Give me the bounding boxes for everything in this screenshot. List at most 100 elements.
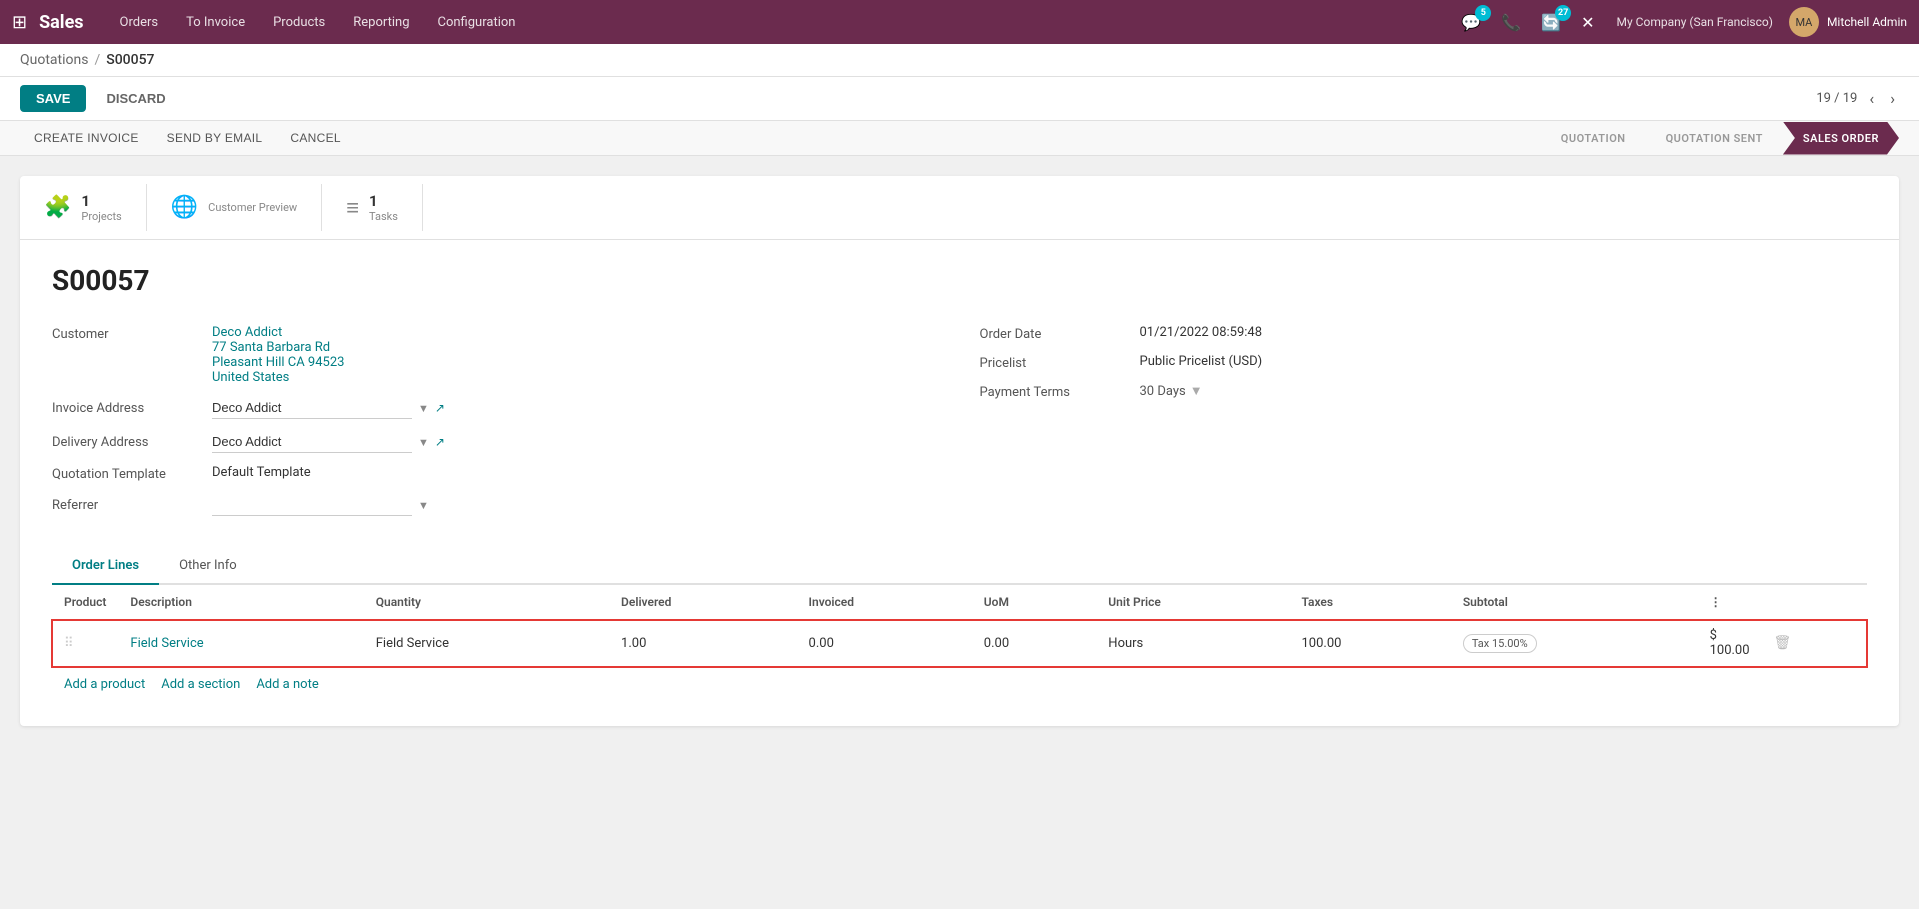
tasks-label: Tasks [369, 210, 398, 223]
delivery-address-input[interactable] [212, 431, 412, 453]
discard-button[interactable]: DISCARD [94, 85, 177, 112]
phone-icon-btn[interactable]: 📞 [1495, 9, 1527, 36]
stage-sales-order[interactable]: SALES ORDER [1783, 122, 1899, 155]
invoice-address-external-link[interactable]: ↗ [435, 401, 445, 415]
tab-order-lines[interactable]: Order Lines [52, 548, 159, 585]
pricelist-value: Public Pricelist (USD) [1140, 354, 1868, 369]
row-unit-price: 100.00 [1289, 620, 1450, 667]
action-bar: SAVE DISCARD 19 / 19 ‹ › [0, 77, 1919, 121]
referrer-dropdown-icon[interactable]: ▼ [418, 499, 429, 512]
chat-icon-btn[interactable]: 💬 5 [1455, 9, 1487, 36]
row-invoiced: 0.00 [972, 620, 1097, 667]
smart-btn-projects[interactable]: 🧩 1 Projects [20, 184, 147, 231]
chat-badge: 5 [1475, 5, 1491, 21]
invoice-address-row: Invoice Address ▼ ↗ [52, 397, 940, 419]
delivery-address-row: Delivery Address ▼ ↗ [52, 431, 940, 453]
add-note-link[interactable]: Add a note [256, 677, 318, 692]
breadcrumb-current: S00057 [106, 52, 154, 68]
add-actions: Add a product Add a section Add a note [52, 667, 1867, 702]
col-actions: ⋮ [1698, 585, 1762, 620]
form-body: S00057 Customer Deco Addict 77 Santa Bar… [20, 240, 1899, 726]
nav-reporting[interactable]: Reporting [341, 0, 421, 44]
updates-badge: 27 [1555, 5, 1571, 21]
col-taxes: Taxes [1289, 585, 1450, 620]
projects-count: 1 [81, 192, 121, 210]
puzzle-icon: 🧩 [44, 195, 71, 220]
row-delete[interactable]: 🗑 [1762, 620, 1867, 667]
payment-terms-dropdown-icon[interactable]: ▼ [1190, 383, 1203, 399]
payment-terms-label: Payment Terms [980, 383, 1140, 400]
payment-terms-row: Payment Terms 30 Days ▼ [980, 383, 1868, 400]
row-subtotal: $ 100.00 [1698, 620, 1762, 667]
user-name: Mitchell Admin [1827, 15, 1907, 29]
invoice-address-input[interactable] [212, 397, 412, 419]
delivery-address-external-link[interactable]: ↗ [435, 435, 445, 449]
row-drag-handle[interactable]: ⠿ [52, 620, 118, 667]
row-quantity: 1.00 [609, 620, 797, 667]
nav-products[interactable]: Products [261, 0, 337, 44]
nav-orders[interactable]: Orders [108, 0, 171, 44]
grid-menu-icon[interactable]: ⊞ [12, 12, 27, 33]
col-delivered: Delivered [609, 585, 797, 620]
company-name: My Company (San Francisco) [1617, 15, 1773, 29]
add-product-link[interactable]: Add a product [64, 677, 145, 692]
pager-prev[interactable]: ‹ [1865, 87, 1878, 110]
customer-country: United States [212, 370, 940, 385]
create-invoice-button[interactable]: CREATE INVOICE [20, 121, 153, 155]
nav-to-invoice[interactable]: To Invoice [174, 0, 257, 44]
order-table: Product Description Quantity Delivered I… [52, 585, 1867, 667]
customer-value: Deco Addict 77 Santa Barbara Rd Pleasant… [212, 325, 940, 385]
customer-address1: 77 Santa Barbara Rd [212, 340, 940, 355]
order-date-row: Order Date 01/21/2022 08:59:48 [980, 325, 1868, 342]
add-section-link[interactable]: Add a section [161, 677, 240, 692]
send-by-email-button[interactable]: SEND BY EMAIL [153, 121, 277, 155]
col-product: Product [52, 585, 118, 620]
row-taxes[interactable]: Tax 15.00% [1451, 620, 1698, 667]
updates-icon-btn[interactable]: 🔄 27 [1535, 9, 1567, 36]
col-quantity: Quantity [364, 585, 609, 620]
referrer-input[interactable] [212, 494, 412, 516]
tax-badge: Tax 15.00% [1463, 634, 1537, 653]
quotation-template-value: Default Template [212, 465, 940, 480]
cancel-button[interactable]: CANCEL [276, 121, 354, 155]
tab-other-info[interactable]: Other Info [159, 548, 257, 585]
col-subtotal: Subtotal [1451, 585, 1698, 620]
main-content: 🧩 1 Projects 🌐 Customer Preview ≡ 1 Task… [0, 156, 1919, 905]
nav-configuration[interactable]: Configuration [426, 0, 528, 44]
delivery-address-label: Delivery Address [52, 435, 212, 450]
customer-name-link[interactable]: Deco Addict [212, 325, 282, 340]
status-bar: CREATE INVOICE SEND BY EMAIL CANCEL QUOT… [0, 121, 1919, 156]
invoice-address-dropdown-icon[interactable]: ▼ [418, 402, 429, 415]
smart-btn-tasks[interactable]: ≡ 1 Tasks [322, 184, 423, 231]
pager-next[interactable]: › [1886, 87, 1899, 110]
breadcrumb-separator: / [94, 52, 100, 68]
brand-logo[interactable]: Sales [39, 12, 83, 33]
customer-address2: Pleasant Hill CA 94523 [212, 355, 940, 370]
payment-terms-value: 30 Days [1140, 384, 1186, 399]
form-card: 🧩 1 Projects 🌐 Customer Preview ≡ 1 Task… [20, 176, 1899, 726]
close-icon-btn[interactable]: ✕ [1575, 9, 1600, 36]
order-lines-section: Product Description Quantity Delivered I… [52, 585, 1867, 702]
referrer-label: Referrer [52, 498, 212, 513]
col-invoiced: Invoiced [797, 585, 972, 620]
row-description: Field Service [364, 620, 609, 667]
order-date-label: Order Date [980, 325, 1140, 342]
user-avatar[interactable]: MA [1789, 7, 1819, 37]
delivery-address-dropdown-icon[interactable]: ▼ [418, 436, 429, 449]
invoice-address-label: Invoice Address [52, 401, 212, 416]
save-button[interactable]: SAVE [20, 85, 86, 112]
quotation-template-row: Quotation Template Default Template [52, 465, 940, 482]
pager-text: 19 / 19 [1816, 91, 1857, 106]
stage-quotation[interactable]: QUOTATION [1541, 122, 1646, 155]
order-date-value: 01/21/2022 08:59:48 [1140, 325, 1868, 340]
table-row: ⠿ Field Service Field Service 1.00 0.00 … [52, 620, 1867, 667]
row-product[interactable]: Field Service [118, 620, 363, 667]
smart-buttons-bar: 🧩 1 Projects 🌐 Customer Preview ≡ 1 Task… [20, 176, 1899, 240]
order-title: S00057 [52, 264, 1867, 297]
stage-quotation-sent[interactable]: QUOTATION SENT [1646, 122, 1783, 155]
quotation-template-label: Quotation Template [52, 465, 212, 482]
breadcrumb-parent[interactable]: Quotations [20, 52, 88, 68]
row-uom: Hours [1096, 620, 1289, 667]
smart-btn-customer-preview[interactable]: 🌐 Customer Preview [147, 184, 322, 231]
projects-label: Projects [81, 210, 121, 223]
